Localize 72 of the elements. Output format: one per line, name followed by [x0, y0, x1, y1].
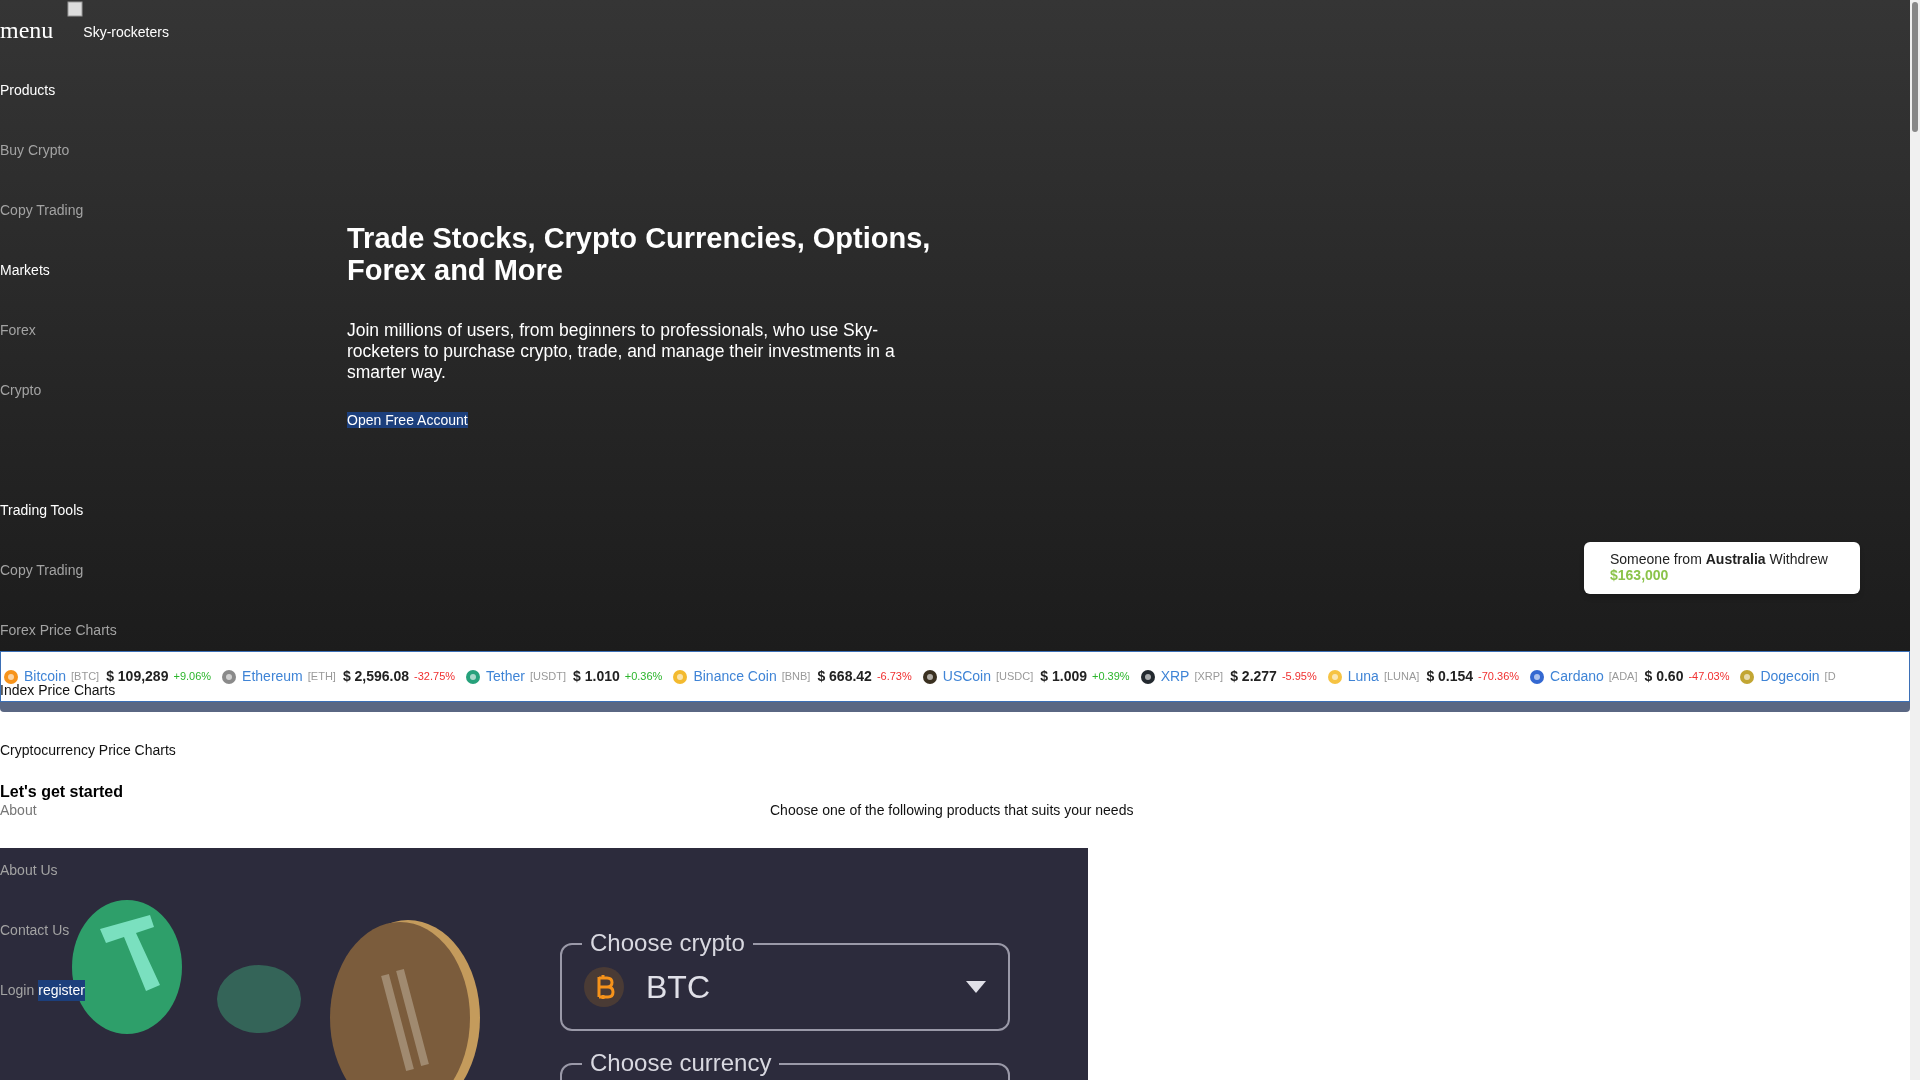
- coin-change: -70.36%: [1478, 669, 1520, 685]
- coin-price: $ 0.60: [1644, 667, 1684, 686]
- coin-change: -5.95%: [1281, 669, 1317, 685]
- coin-name[interactable]: USCoin: [942, 666, 991, 687]
- coin-name[interactable]: Cardano: [1550, 666, 1604, 687]
- coin-symbol: [BNB]: [781, 669, 811, 685]
- coin-icon: [1139, 668, 1156, 685]
- coin-symbol: [BTC]: [71, 669, 100, 684]
- coin-change: -47.03%: [1688, 669, 1730, 685]
- coin-icon: [465, 668, 482, 685]
- coin-price: $ 668.42: [817, 667, 872, 686]
- scrollbar-thumb[interactable]: [1912, 2, 1918, 132]
- nav-link[interactable]: Copy Trading: [0, 559, 84, 581]
- coin-price: $ 0.154: [1426, 667, 1474, 686]
- coin-name[interactable]: Tether: [486, 666, 525, 687]
- coin-name[interactable]: XRP: [1160, 666, 1190, 687]
- nav-link[interactable]: About Us: [0, 859, 58, 881]
- menu-label[interactable]: menu: [0, 12, 54, 48]
- section-title: Let's get started: [0, 782, 123, 802]
- nav-link[interactable]: Forex Price Charts: [0, 619, 117, 641]
- nav-link[interactable]: Forex: [0, 319, 36, 341]
- coin-price: $ 2,596.08: [342, 667, 410, 686]
- coin-name[interactable]: Binance Coin: [693, 666, 777, 687]
- coin-change: +0.39%: [1092, 669, 1130, 685]
- notification-text: Someone from Australia Withdrew: [1610, 551, 1829, 567]
- coin-symbol: [USDT]: [530, 669, 567, 685]
- login-link[interactable]: Login: [0, 979, 35, 1001]
- coin-name[interactable]: Luna: [1347, 666, 1379, 687]
- coin-change: -6.73%: [876, 669, 912, 685]
- broken-image-icon: [67, 1, 84, 17]
- nav-link[interactable]: Trading Tools: [0, 499, 84, 521]
- coin-icon: [3, 668, 19, 685]
- scrollbar[interactable]: [1910, 0, 1920, 1080]
- coin-icon: [1739, 668, 1756, 685]
- select-value: BTC: [646, 968, 711, 1007]
- coin-symbol: [USDC]: [996, 669, 1034, 685]
- logo-text[interactable]: Sky-rocketers: [83, 22, 169, 43]
- nav-link[interactable]: Crypto: [0, 379, 42, 401]
- nav-link[interactable]: About: [0, 799, 37, 821]
- hero-text: Join millions of users, from beginners to professionals, who use Sky-rocketers to purchase crypto, trade, and manage their investments in a smarter way.: [347, 320, 896, 383]
- register-link[interactable]: register: [38, 979, 85, 1001]
- coin-price: $ 109,289: [106, 667, 169, 684]
- coin-symbol: [ETH]: [307, 669, 336, 685]
- coin-name[interactable]: Dogecoin: [1760, 666, 1820, 687]
- nav-link[interactable]: Products: [0, 79, 56, 101]
- open-account-link[interactable]: Open Free Account: [347, 412, 468, 428]
- coin-symbol: [XRP]: [1194, 669, 1224, 685]
- bitcoin-icon: [584, 967, 624, 1007]
- coin-change: +9.06%: [173, 669, 212, 685]
- coin-icon: [921, 668, 938, 685]
- coin-icon: [1326, 668, 1343, 685]
- coin-icon: [221, 668, 238, 685]
- hero-title: Trade Stocks, Crypto Currencies, Options, Forex and More: [347, 222, 932, 286]
- coin-price: $ 1.009: [1040, 667, 1087, 686]
- nav-link[interactable]: Markets: [0, 259, 50, 281]
- coin-price: $ 1.010: [573, 667, 620, 686]
- coin-icon: [672, 668, 689, 685]
- nav-link[interactable]: Buy Crypto: [0, 139, 70, 161]
- coin-icon: [1529, 668, 1546, 685]
- caret-icon: [966, 981, 986, 993]
- nav-link[interactable]: Copy Trading: [0, 199, 84, 221]
- coin-symbol: [D: [1824, 669, 1836, 685]
- coin-name[interactable]: Ethereum: [242, 666, 303, 687]
- coin-price: $ 2.277: [1230, 667, 1277, 686]
- section-subtitle: Choose one of the following products that suits your needs: [770, 801, 1134, 820]
- coin-change: -32.75%: [414, 669, 456, 685]
- withdraw-amount: $163,000: [1610, 567, 1670, 583]
- nav-link[interactable]: Contact Us: [0, 919, 70, 941]
- coin-change: +0.36%: [624, 669, 663, 685]
- coin-symbol: [LUNA]: [1383, 669, 1420, 685]
- nav-link[interactable]: Cryptocurrency Price Charts: [0, 739, 176, 761]
- coin-symbol: [ADA]: [1608, 669, 1638, 685]
